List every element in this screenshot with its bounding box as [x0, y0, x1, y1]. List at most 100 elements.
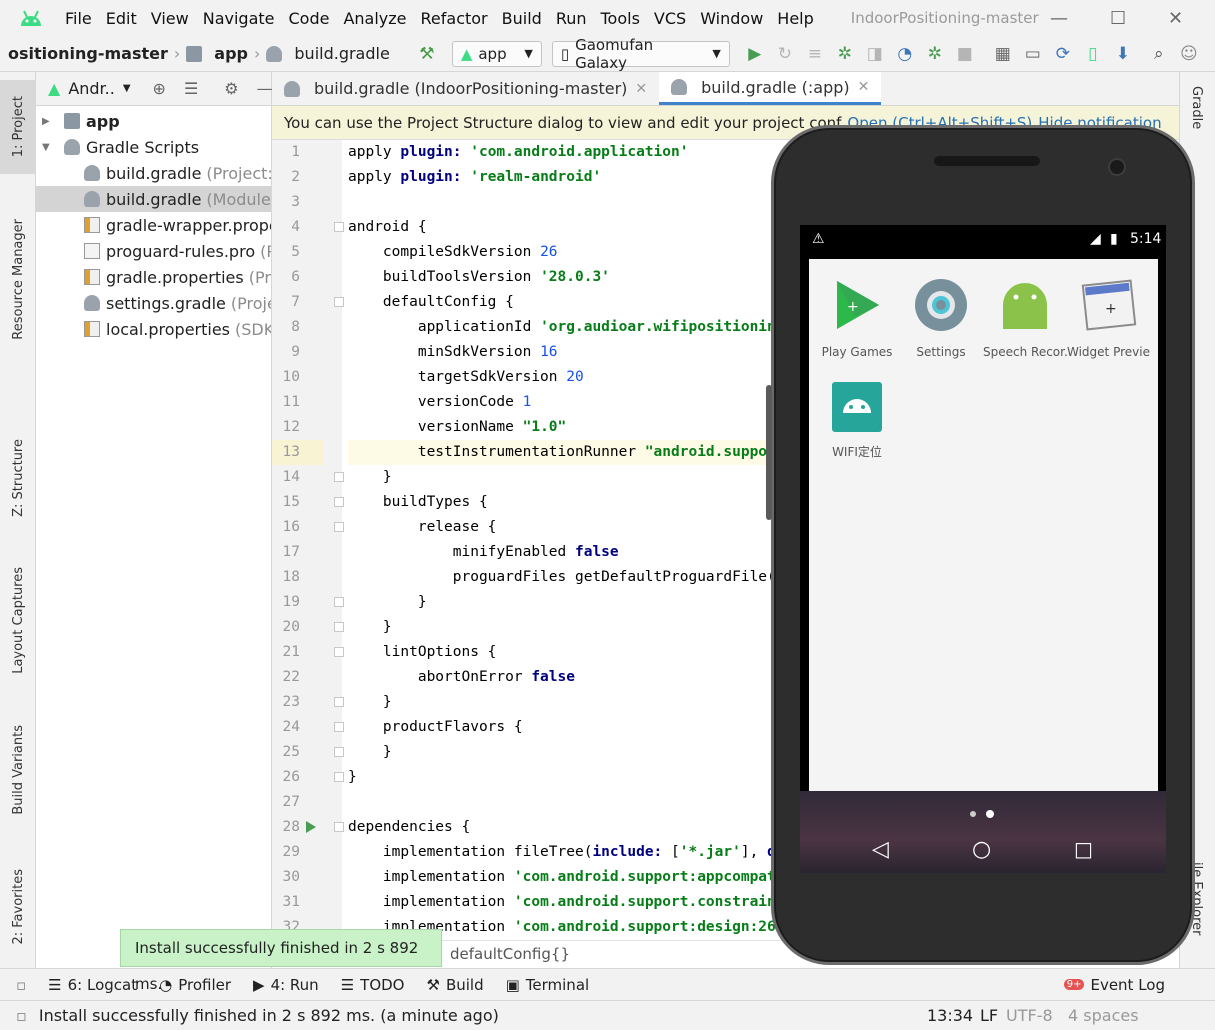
- maximize-icon[interactable]: ☐: [1110, 8, 1126, 29]
- fold-marker-icon[interactable]: [334, 597, 344, 607]
- avd-manager-icon[interactable]: ▭: [1022, 43, 1044, 65]
- status-toggle-icon[interactable]: ▫: [16, 1006, 27, 1025]
- tool-terminal[interactable]: ▣ Terminal: [506, 976, 590, 994]
- hide-panel-icon[interactable]: —: [257, 79, 273, 98]
- coverage-icon[interactable]: ◨: [864, 43, 886, 65]
- tab-structure[interactable]: Z: Structure: [0, 430, 36, 526]
- apply-code-changes-icon[interactable]: ≡: [804, 43, 826, 65]
- menu-analyze[interactable]: Analyze: [336, 9, 413, 28]
- tree-item[interactable]: build.gradle (Module:: [36, 186, 271, 212]
- recents-nav-icon[interactable]: □: [1074, 837, 1093, 861]
- app-play-games[interactable]: + Play Games: [815, 275, 899, 359]
- tab-resource-manager[interactable]: Resource Manager: [0, 204, 36, 354]
- tool-event-log[interactable]: 9+ Event Log: [1063, 976, 1165, 994]
- hammer-icon[interactable]: ⚒: [416, 43, 438, 65]
- attach-debugger-icon[interactable]: ✲: [924, 43, 946, 65]
- menu-refactor[interactable]: Refactor: [414, 9, 495, 28]
- tree-item[interactable]: settings.gradle(Projec: [36, 290, 271, 316]
- tree-item[interactable]: gradle.properties(Pro: [36, 264, 271, 290]
- run-config-select[interactable]: ▲ app ▼: [451, 40, 542, 67]
- tab-layout-captures[interactable]: Layout Captures: [0, 560, 36, 680]
- menu-run[interactable]: Run: [549, 9, 594, 28]
- tree-item[interactable]: proguard-rules.pro (Pr: [36, 238, 271, 264]
- menu-view[interactable]: View: [144, 9, 196, 28]
- sync-icon[interactable]: ⟳: [1052, 43, 1074, 65]
- tree-item[interactable]: ▶ app: [36, 108, 271, 134]
- collapse-arrow-icon[interactable]: ▼: [42, 142, 64, 153]
- tool-run[interactable]: ▶ 4: Run: [253, 976, 319, 994]
- app-widget-preview[interactable]: + Widget Previe..: [1067, 275, 1151, 359]
- collapse-all-icon[interactable]: ☰: [184, 79, 198, 98]
- app-settings[interactable]: Settings: [899, 275, 983, 359]
- account-icon[interactable]: ☺: [1178, 43, 1200, 65]
- fold-marker-icon[interactable]: [334, 622, 344, 632]
- menu-tools[interactable]: Tools: [594, 9, 647, 28]
- caret-position[interactable]: 13:34: [927, 1006, 973, 1025]
- volume-button[interactable]: [766, 385, 772, 520]
- fold-marker-icon[interactable]: [334, 522, 344, 532]
- file-encoding[interactable]: UTF-8: [1006, 1006, 1053, 1025]
- indent-setting[interactable]: 4 spaces: [1068, 1006, 1139, 1025]
- close-icon[interactable]: ✕: [1168, 8, 1183, 29]
- project-structure-icon[interactable]: ▦: [992, 43, 1014, 65]
- menu-build[interactable]: Build: [495, 9, 549, 28]
- fold-marker-icon[interactable]: [334, 747, 344, 757]
- menu-window[interactable]: Window: [693, 9, 770, 28]
- app-speech-recorder[interactable]: Speech Recor..: [983, 275, 1067, 359]
- fold-marker-icon[interactable]: [334, 697, 344, 707]
- tab-build-gradle-project[interactable]: build.gradle (IndoorPositioning-master) …: [272, 72, 659, 105]
- tree-item[interactable]: gradle-wrapper.prope: [36, 212, 271, 238]
- fold-marker-icon[interactable]: [334, 297, 344, 307]
- gutter-run-icon[interactable]: [306, 821, 316, 833]
- fold-marker-icon[interactable]: [334, 497, 344, 507]
- tree-item[interactable]: build.gradle(Project: In: [36, 160, 271, 186]
- fold-marker-icon[interactable]: [334, 647, 344, 657]
- tree-item[interactable]: local.properties(SDK L: [36, 316, 271, 342]
- run-icon[interactable]: ▶: [744, 43, 766, 65]
- menu-navigate[interactable]: Navigate: [196, 9, 282, 28]
- tool-build[interactable]: ⚒ Build: [426, 976, 483, 994]
- fold-marker-icon[interactable]: [334, 222, 344, 232]
- profile-icon[interactable]: ◔: [894, 43, 916, 65]
- tab-build-gradle-app[interactable]: build.gradle (:app) ✕: [659, 72, 882, 105]
- fold-marker-icon[interactable]: [334, 822, 344, 832]
- device-manager-icon[interactable]: ▯: [1082, 43, 1104, 65]
- tree-item[interactable]: ▼ Gradle Scripts: [36, 134, 271, 160]
- menu-code[interactable]: Code: [282, 9, 337, 28]
- line-separator[interactable]: LF: [980, 1006, 998, 1025]
- project-view-select[interactable]: Andr..: [68, 79, 115, 98]
- tool-todo[interactable]: ☰ TODO: [341, 976, 405, 994]
- expand-arrow-icon[interactable]: ▶: [42, 116, 64, 127]
- menu-vcs[interactable]: VCS: [647, 9, 693, 28]
- tool-profiler[interactable]: ◔ Profiler: [159, 976, 231, 994]
- fold-marker-icon[interactable]: [334, 722, 344, 732]
- close-tab-icon[interactable]: ✕: [858, 79, 870, 95]
- tab-build-variants[interactable]: Build Variants: [0, 720, 36, 820]
- tab-favorites[interactable]: 2: Favorites: [0, 862, 36, 952]
- search-icon[interactable]: ⌕: [1148, 43, 1170, 65]
- fold-marker-icon[interactable]: [334, 772, 344, 782]
- gear-icon[interactable]: ⚙: [224, 79, 238, 98]
- apply-changes-icon[interactable]: ↻: [774, 43, 796, 65]
- chevron-down-icon[interactable]: ▼: [123, 83, 131, 94]
- device-select[interactable]: ▯ Gaomufan Galaxy ▼: [551, 36, 730, 72]
- sdk-manager-icon[interactable]: ⬇: [1112, 43, 1134, 65]
- menu-file[interactable]: File: [58, 9, 99, 28]
- toggle-tool-windows-icon[interactable]: ▫: [16, 976, 26, 994]
- tab-project[interactable]: 1: Project: [0, 80, 36, 174]
- back-nav-icon[interactable]: ◁: [872, 837, 889, 862]
- breadcrumb-module[interactable]: app: [186, 44, 248, 63]
- breadcrumb-file[interactable]: build.gradle: [266, 44, 390, 63]
- tab-gradle[interactable]: Gradle: [1189, 86, 1204, 133]
- locate-icon[interactable]: ⊕: [153, 79, 166, 98]
- home-nav-icon[interactable]: ○: [972, 837, 991, 862]
- stop-icon[interactable]: ■: [954, 43, 976, 65]
- app-wifi-positioning[interactable]: WIFI定位: [815, 381, 899, 460]
- minimize-icon[interactable]: —: [1050, 8, 1068, 29]
- menu-help[interactable]: Help: [770, 9, 820, 28]
- tool-logcat[interactable]: ☰ 6: Logcat: [48, 976, 137, 994]
- fold-marker-icon[interactable]: [334, 472, 344, 482]
- menu-edit[interactable]: Edit: [99, 9, 144, 28]
- debug-icon[interactable]: ✲: [834, 43, 856, 65]
- close-tab-icon[interactable]: ✕: [635, 81, 647, 97]
